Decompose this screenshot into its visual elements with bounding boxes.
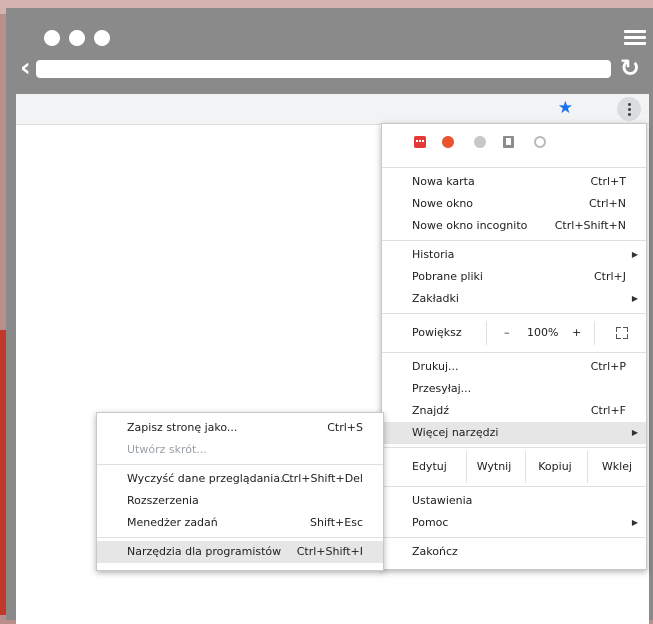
menu-item-label: Wyczyść dane przeglądania... (127, 472, 291, 485)
fullscreen-icon[interactable] (616, 327, 628, 339)
star-icon[interactable]: ★ (558, 98, 573, 118)
submenu-item-extensions[interactable]: Rozszerzenia (97, 490, 383, 512)
menu-item-shortcut: Ctrl+Shift+Del (281, 472, 363, 485)
paste-button[interactable]: Wklej (587, 451, 646, 483)
menu-item-label: Więcej narzędzi (412, 426, 499, 439)
menu-item-more-tools[interactable]: Więcej narzędzi ▶ (382, 422, 646, 444)
submenu-item-developer-tools[interactable]: Narzędzia dla programistów Ctrl+Shift+I (97, 541, 383, 563)
menu-item-help[interactable]: Pomoc ▶ (382, 512, 646, 534)
menu-item-shortcut: Shift+Esc (310, 516, 363, 529)
extension-orange-icon[interactable] (442, 136, 454, 148)
menu-item-shortcut: Ctrl+F (590, 404, 626, 417)
chevron-left-icon[interactable]: ‹ (20, 55, 31, 81)
menu-item-label: Zakładki (412, 292, 459, 305)
menu-separator (382, 352, 646, 353)
menu-separator (382, 447, 646, 448)
menu-item-bookmarks[interactable]: Zakładki ▶ (382, 288, 646, 310)
copy-button[interactable]: Kopiuj (525, 451, 584, 483)
window-minimize-dot[interactable] (69, 30, 85, 46)
menu-item-new-window[interactable]: Nowe okno Ctrl+N (382, 193, 646, 215)
menu-separator (97, 537, 383, 538)
zoom-divider (486, 321, 487, 345)
menu-item-label: Pomoc (412, 516, 449, 529)
menu-item-history[interactable]: Historia ▶ (382, 244, 646, 266)
hamburger-icon[interactable] (624, 30, 646, 46)
menu-item-label: Zapisz stronę jako... (127, 421, 238, 434)
submenu-item-task-manager[interactable]: Menedżer zadań Shift+Esc (97, 512, 383, 534)
submenu-item-save-page[interactable]: Zapisz stronę jako... Ctrl+S (97, 417, 383, 439)
menu-item-settings[interactable]: Ustawienia (382, 490, 646, 512)
window-close-dot[interactable] (44, 30, 60, 46)
submenu-item-create-shortcut[interactable]: Utwórz skrót... (97, 439, 383, 461)
menu-item-label: Rozszerzenia (127, 494, 199, 507)
extension-refresh-icon[interactable] (534, 136, 546, 148)
submenu-item-clear-data[interactable]: Wyczyść dane przeglądania... Ctrl+Shift+… (97, 468, 383, 490)
zoom-label: Powiększ (412, 326, 462, 339)
menu-item-label: Nowe okno (412, 197, 474, 210)
more-tools-submenu: Zapisz stronę jako... Ctrl+S Utwórz skró… (96, 412, 384, 571)
menu-item-label: Ustawienia (412, 494, 473, 507)
menu-item-shortcut: Ctrl+Shift+N (554, 219, 626, 232)
chrome-main-menu: Nowa karta Ctrl+T Nowe okno Ctrl+N Nowe … (381, 123, 647, 570)
menu-separator (382, 537, 646, 538)
edit-label: Edytuj (412, 460, 447, 473)
menu-item-label: Znajdź (412, 404, 450, 417)
reload-icon[interactable]: ↻ (620, 54, 640, 82)
menu-separator (382, 486, 646, 487)
browser-toolbar: ★ (16, 94, 649, 125)
extension-bookmark-icon[interactable] (503, 136, 514, 148)
menu-item-cast[interactable]: Przesyłaj... (382, 378, 646, 400)
menu-item-print[interactable]: Drukuj... Ctrl+P (382, 356, 646, 378)
menu-item-shortcut: Ctrl+P (590, 360, 626, 373)
menu-item-shortcut: Ctrl+N (588, 197, 626, 210)
menu-item-find[interactable]: Znajdź Ctrl+F (382, 400, 646, 422)
title-bar (6, 8, 653, 66)
menu-item-shortcut: Ctrl+Shift+I (296, 545, 363, 558)
menu-item-shortcut: Ctrl+T (590, 175, 626, 188)
window-maximize-dot[interactable] (94, 30, 110, 46)
menu-item-label: Narzędzia dla programistów (127, 545, 282, 558)
menu-item-downloads[interactable]: Pobrane pliki Ctrl+J (382, 266, 646, 288)
extension-dots-icon[interactable] (414, 136, 426, 148)
menu-item-incognito[interactable]: Nowe okno incognito Ctrl+Shift+N (382, 215, 646, 237)
zoom-in-button[interactable]: + (572, 317, 581, 349)
menu-item-shortcut: Ctrl+S (327, 421, 363, 434)
submenu-arrow-icon: ▶ (631, 428, 638, 437)
menu-separator (382, 167, 646, 168)
menu-item-label: Zakończ (412, 545, 458, 558)
menu-item-label: Pobrane pliki (412, 270, 483, 283)
submenu-arrow-icon: ▶ (631, 250, 638, 259)
edit-row: Edytuj Wytnij Kopiuj Wklej (382, 451, 646, 483)
zoom-out-button[interactable]: – (504, 317, 510, 349)
submenu-arrow-icon: ▶ (631, 294, 638, 303)
menu-item-label: Utwórz skrót... (127, 443, 207, 456)
menu-item-label: Drukuj... (412, 360, 459, 373)
menu-item-quit[interactable]: Zakończ (382, 541, 646, 563)
menu-separator (97, 464, 383, 465)
menu-item-label: Historia (412, 248, 455, 261)
menu-item-new-tab[interactable]: Nowa karta Ctrl+T (382, 171, 646, 193)
menu-separator (382, 313, 646, 314)
address-bar[interactable] (36, 60, 611, 78)
zoom-row: Powiększ – 100% + (382, 317, 646, 349)
extension-icons-row (382, 124, 646, 164)
menu-item-label: Nowe okno incognito (412, 219, 528, 232)
extension-grey-icon[interactable] (474, 136, 486, 148)
kebab-menu-icon[interactable] (617, 97, 641, 121)
cut-button[interactable]: Wytnij (466, 451, 521, 483)
zoom-value: 100% (527, 326, 559, 339)
submenu-arrow-icon: ▶ (631, 518, 638, 527)
menu-item-shortcut: Ctrl+J (593, 270, 626, 283)
menu-item-label: Menedżer zadań (127, 516, 218, 529)
menu-separator (382, 240, 646, 241)
menu-item-label: Przesyłaj... (412, 382, 472, 395)
menu-item-label: Nowa karta (412, 175, 475, 188)
zoom-divider (594, 321, 595, 345)
